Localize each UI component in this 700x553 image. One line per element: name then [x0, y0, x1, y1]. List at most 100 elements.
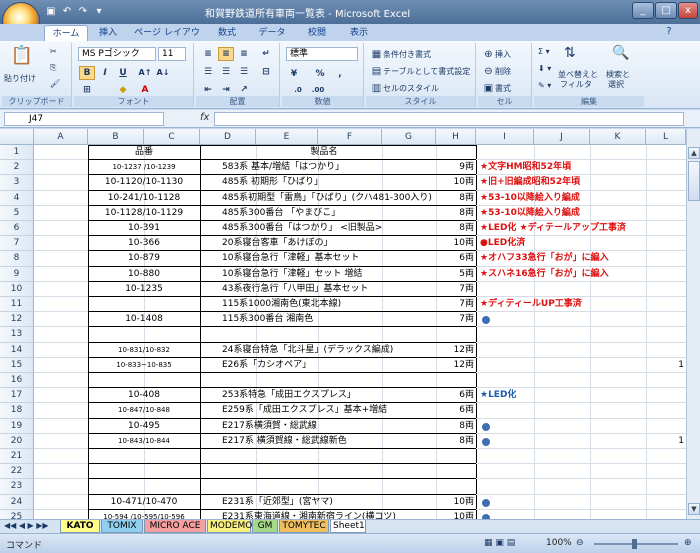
- row-header[interactable]: 11: [0, 297, 34, 313]
- product-name-cell[interactable]: 10系寝台急行「津軽」セット 増結: [200, 267, 448, 281]
- product-name-cell[interactable]: E217系 横須賀線・総武線新色: [200, 434, 448, 448]
- sheet-tab[interactable]: Sheet1: [330, 520, 366, 533]
- row-header[interactable]: 1: [0, 145, 34, 161]
- align-top-icon[interactable]: ≡: [200, 47, 216, 61]
- product-name-cell[interactable]: 20系寝台客車「あけぼの」: [200, 236, 448, 250]
- sheet-tab[interactable]: MICRO ACE: [144, 520, 206, 533]
- row-header[interactable]: 22: [0, 464, 34, 480]
- merge-icon[interactable]: ⊟: [258, 65, 274, 79]
- tab-view[interactable]: 表示: [342, 25, 376, 41]
- row-header[interactable]: 3: [0, 175, 34, 191]
- part-number-cell[interactable]: [88, 327, 200, 341]
- tab-data[interactable]: データ: [252, 25, 292, 41]
- save-icon[interactable]: ▣: [44, 5, 58, 19]
- part-number-cell[interactable]: 10-408: [88, 388, 200, 402]
- row-header[interactable]: 15: [0, 357, 34, 373]
- quantity-cell[interactable]: 10両: [436, 175, 476, 189]
- quantity-cell[interactable]: 8両: [436, 221, 476, 235]
- quantity-cell[interactable]: [436, 479, 476, 493]
- paste-button[interactable]: 貼り付け: [4, 73, 36, 84]
- scroll-down-icon[interactable]: ▼: [688, 503, 700, 515]
- row-header[interactable]: 12: [0, 312, 34, 328]
- tab-insert[interactable]: 挿入: [92, 25, 124, 41]
- quantity-cell[interactable]: [436, 373, 476, 387]
- column-header[interactable]: D: [200, 129, 256, 145]
- row-header[interactable]: 5: [0, 205, 34, 221]
- select-all-corner[interactable]: [0, 129, 34, 145]
- quantity-cell[interactable]: 8両: [436, 191, 476, 205]
- quantity-cell[interactable]: 10両: [436, 510, 476, 519]
- row-header[interactable]: 6: [0, 221, 34, 237]
- name-box[interactable]: J47: [4, 112, 164, 126]
- row-header[interactable]: 17: [0, 388, 34, 404]
- percent-icon[interactable]: %: [312, 67, 328, 81]
- fill-color-icon[interactable]: ◆: [115, 83, 131, 97]
- column-header[interactable]: I: [476, 129, 534, 145]
- row-header[interactable]: 8: [0, 251, 34, 267]
- row-header[interactable]: 14: [0, 342, 34, 358]
- row-header[interactable]: 10: [0, 281, 34, 297]
- column-header[interactable]: A: [34, 129, 88, 145]
- quantity-cell[interactable]: 7両: [436, 282, 476, 296]
- find-select-icon[interactable]: 🔍: [612, 45, 629, 61]
- normal-view-icon[interactable]: ▦ ▣ ▤: [484, 538, 515, 548]
- align-middle-icon[interactable]: ≡: [218, 47, 234, 61]
- zoom-out-icon[interactable]: ⊖: [576, 538, 584, 548]
- part-number-cell[interactable]: 10-471/10-470: [88, 495, 200, 509]
- quantity-cell[interactable]: [436, 327, 476, 341]
- underline-button[interactable]: U: [115, 66, 131, 80]
- part-number-cell[interactable]: 10-1128/10-1129: [88, 206, 200, 220]
- scroll-up-icon[interactable]: ▲: [688, 147, 700, 159]
- row-header[interactable]: 19: [0, 418, 34, 434]
- part-number-cell[interactable]: 10-495: [88, 419, 200, 433]
- insert-cells-button[interactable]: ⊕ 挿入: [482, 48, 511, 61]
- align-right-icon[interactable]: ☰: [236, 65, 252, 79]
- quantity-cell[interactable]: 9両: [436, 160, 476, 174]
- row-header[interactable]: 7: [0, 236, 34, 252]
- fill-icon[interactable]: ⬇ ▾: [538, 64, 551, 73]
- sheet-tab[interactable]: MODEMO: [207, 520, 252, 533]
- copy-icon[interactable]: ⎘: [50, 63, 56, 73]
- column-l-cell[interactable]: 1: [646, 358, 686, 372]
- orientation-icon[interactable]: ↗: [236, 83, 252, 97]
- note-cell[interactable]: ★LED化: [478, 388, 686, 402]
- row-header[interactable]: 24: [0, 494, 34, 510]
- part-number-cell[interactable]: 10-843/10-844: [88, 434, 200, 448]
- conditional-format-button[interactable]: ▦ 条件付き書式: [370, 48, 431, 61]
- sheet-tab[interactable]: TOMIX: [101, 520, 143, 533]
- row-header[interactable]: 13: [0, 327, 34, 343]
- note-cell[interactable]: ★文字HM昭和52年頃: [478, 160, 686, 174]
- row-header[interactable]: 9: [0, 266, 34, 282]
- column-l-cell[interactable]: 1: [646, 434, 686, 448]
- part-number-cell[interactable]: [88, 479, 200, 493]
- quantity-cell[interactable]: 6両: [436, 388, 476, 402]
- tab-formulas[interactable]: 数式: [210, 25, 244, 41]
- part-number-cell[interactable]: 10-1120/10-1130: [88, 175, 200, 189]
- sheet-tab[interactable]: KATO: [60, 520, 100, 533]
- part-number-cell[interactable]: [88, 373, 200, 387]
- quantity-cell[interactable]: 12両: [436, 343, 476, 357]
- product-name-cell[interactable]: 10系寝台急行「津軽」基本セット: [200, 251, 448, 265]
- quantity-cell[interactable]: [436, 145, 476, 159]
- note-cell[interactable]: ★旧+旧編成昭和52年頃: [478, 175, 686, 189]
- product-name-cell[interactable]: 115系300番台 湘南色: [200, 312, 448, 326]
- font-size-select[interactable]: 11: [158, 47, 186, 61]
- product-name-cell[interactable]: E259系「成田エクスプレス」基本+増結: [200, 403, 448, 417]
- font-color-icon[interactable]: A: [137, 83, 153, 97]
- vertical-scrollbar[interactable]: ▲ ▼: [686, 129, 700, 519]
- currency-icon[interactable]: ¥: [286, 67, 302, 81]
- column-header[interactable]: K: [590, 129, 646, 145]
- part-number-cell[interactable]: [88, 449, 200, 463]
- product-name-cell[interactable]: 583系 基本/増結「はつかり」: [200, 160, 448, 174]
- align-left-icon[interactable]: ☰: [200, 65, 216, 79]
- product-name-cell[interactable]: 24系寝台特急「北斗星」(デラックス編成): [200, 343, 448, 357]
- product-name-cell[interactable]: 485系初期型「雷鳥」「ひばり」(クハ481-300入り): [200, 191, 448, 205]
- part-number-cell[interactable]: 10-833~10-835: [88, 358, 200, 372]
- product-name-cell[interactable]: 485系300番台「はつかり」 <旧製品>: [200, 221, 448, 235]
- quantity-cell[interactable]: 5両: [436, 267, 476, 281]
- undo-icon[interactable]: ↶: [60, 5, 74, 19]
- quantity-cell[interactable]: 7両: [436, 297, 476, 311]
- quantity-cell[interactable]: 10両: [436, 495, 476, 509]
- sort-filter-icon[interactable]: ⇅: [564, 45, 576, 61]
- part-number-cell[interactable]: [88, 297, 200, 311]
